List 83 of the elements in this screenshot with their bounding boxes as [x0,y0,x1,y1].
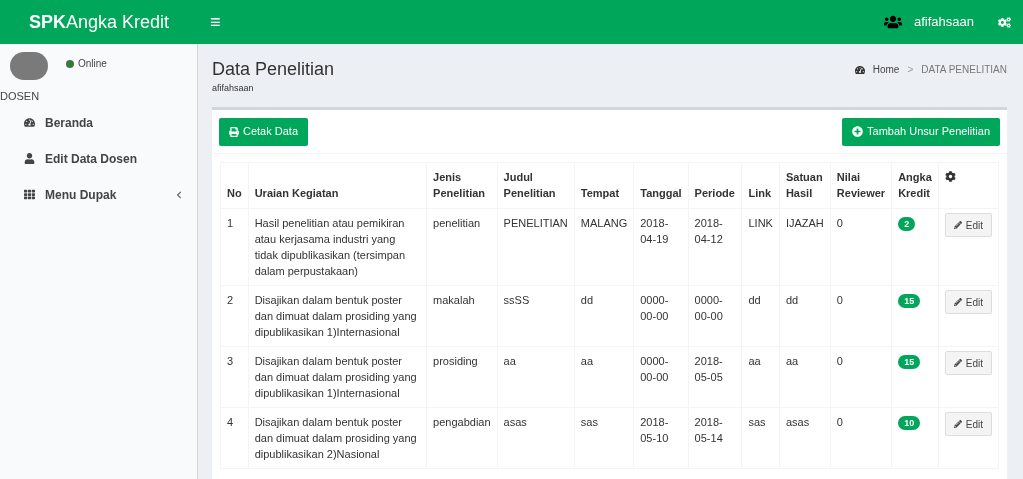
breadcrumb-current: DATA PENELITIAN [921,63,1007,77]
credit-badge: 15 [898,294,921,308]
user-icon [884,13,902,31]
table-cell: MALANG [574,208,634,286]
table-cell: 2018-04-19 [633,208,689,286]
table-cell: 2018-05-10 [633,407,689,469]
column-header: Tanggal [633,162,689,209]
breadcrumb-link[interactable]: Home [872,62,900,77]
edit-button[interactable]: Edit [944,351,992,375]
table-cell: 0 [830,285,892,347]
table-cell: LINK [741,208,780,286]
page-subtitle: afifahsaan [212,82,255,95]
sidebar-heading: DOSEN [0,89,41,104]
settings-icon [944,171,956,182]
table-cell: aa [741,346,780,408]
user-icon [24,153,35,164]
table-cell: 4 [220,407,249,469]
table-cell: dd [741,285,780,347]
table-cell: dd [779,285,831,347]
table-cell: 0 [830,346,892,408]
printer-icon [229,126,239,137]
table-cell: PENELITIAN [497,208,575,286]
plus-icon [852,126,864,137]
settings-icon[interactable] [998,15,1011,29]
table-cell: aa [574,346,634,408]
table-cell: 0000-00-00 [633,285,689,347]
sidebar-item[interactable]: Edit Data Dosen [0,140,197,177]
sidebar-item[interactable]: Menu Dupak [0,176,197,213]
dashboard-icon [24,117,35,128]
table-cell: 2018-04-12 [688,208,742,286]
table-cell: 0000-00-00 [688,285,742,347]
column-header: Jenis Penelitian [426,162,498,209]
table-cell: Disajikan dalam bentuk poster dan dimuat dalam prosiding yang dipublikasikan 2)Nasional [248,407,427,469]
column-header: Uraian Kegiatan [248,162,427,209]
table-cell: Disajikan dalam bentuk poster dan dimuat dalam prosiding yang dipublikasikan 1)Internasional [248,346,427,408]
edit-button[interactable]: Edit [944,412,992,436]
table-cell: 0000-00-00 [633,346,689,408]
pencil-icon [953,221,962,229]
table-cell: 0 [830,407,892,469]
table-cell: asas [497,407,575,469]
table-cell: ssSS [497,285,575,347]
column-header: Angka Kredit [891,162,939,209]
table-cell: makalah [426,285,498,347]
table-cell: 2018-05-14 [688,407,742,469]
grid-icon [24,189,35,200]
table-cell: asas [779,407,831,469]
table-cell: 2018-05-05 [688,346,742,408]
credit-badge: 10 [898,416,921,430]
edit-button[interactable]: Edit [944,290,992,314]
column-header: Satuan Hasil [779,162,831,209]
column-header: Nilai Reviewer [830,162,892,209]
avatar-placeholder [10,52,48,80]
table-cell: 1 [220,208,249,286]
dashboard-icon [854,64,865,75]
table-cell: Disajikan dalam bentuk poster dan dimuat dalam prosiding yang dipublikasikan 1)Internasional [248,285,427,347]
table-cell: dd [574,285,634,347]
table-cell: pengabdian [426,407,498,469]
column-header: Judul Penelitian [497,162,575,209]
table-cell: sas [574,407,634,469]
table-cell: IJAZAH [779,208,831,286]
table-cell: prosiding [426,346,498,408]
column-header: Tempat [574,162,634,209]
credit-badge: 2 [898,217,916,231]
table-cell: 3 [220,346,249,408]
table-cell: 0 [830,208,892,286]
pencil-icon [953,298,962,306]
breadcrumb-separator: > [907,63,914,77]
table-cell: aa [497,346,575,408]
column-header: Link [741,162,780,209]
table-cell: Hasil penelitian atau pemikiran atau kerjasama industri yang tidak dipublikasikan (tersimpan dalam perpustakaan) [248,208,427,286]
page-title: Data Penelitian [212,58,335,80]
credit-badge: 15 [898,355,921,369]
table-cell: penelitian [426,208,498,286]
column-header: Periode [688,162,742,209]
column-header: No [220,162,249,209]
online-status: Online [78,57,107,71]
edit-button[interactable]: Edit [944,213,992,237]
table-cell: aa [779,346,831,408]
pencil-icon [953,420,962,428]
pencil-icon [953,359,962,367]
sidebar-item[interactable]: Beranda [0,104,197,141]
table-cell: sas [741,407,780,469]
table-cell: 2 [220,285,249,347]
